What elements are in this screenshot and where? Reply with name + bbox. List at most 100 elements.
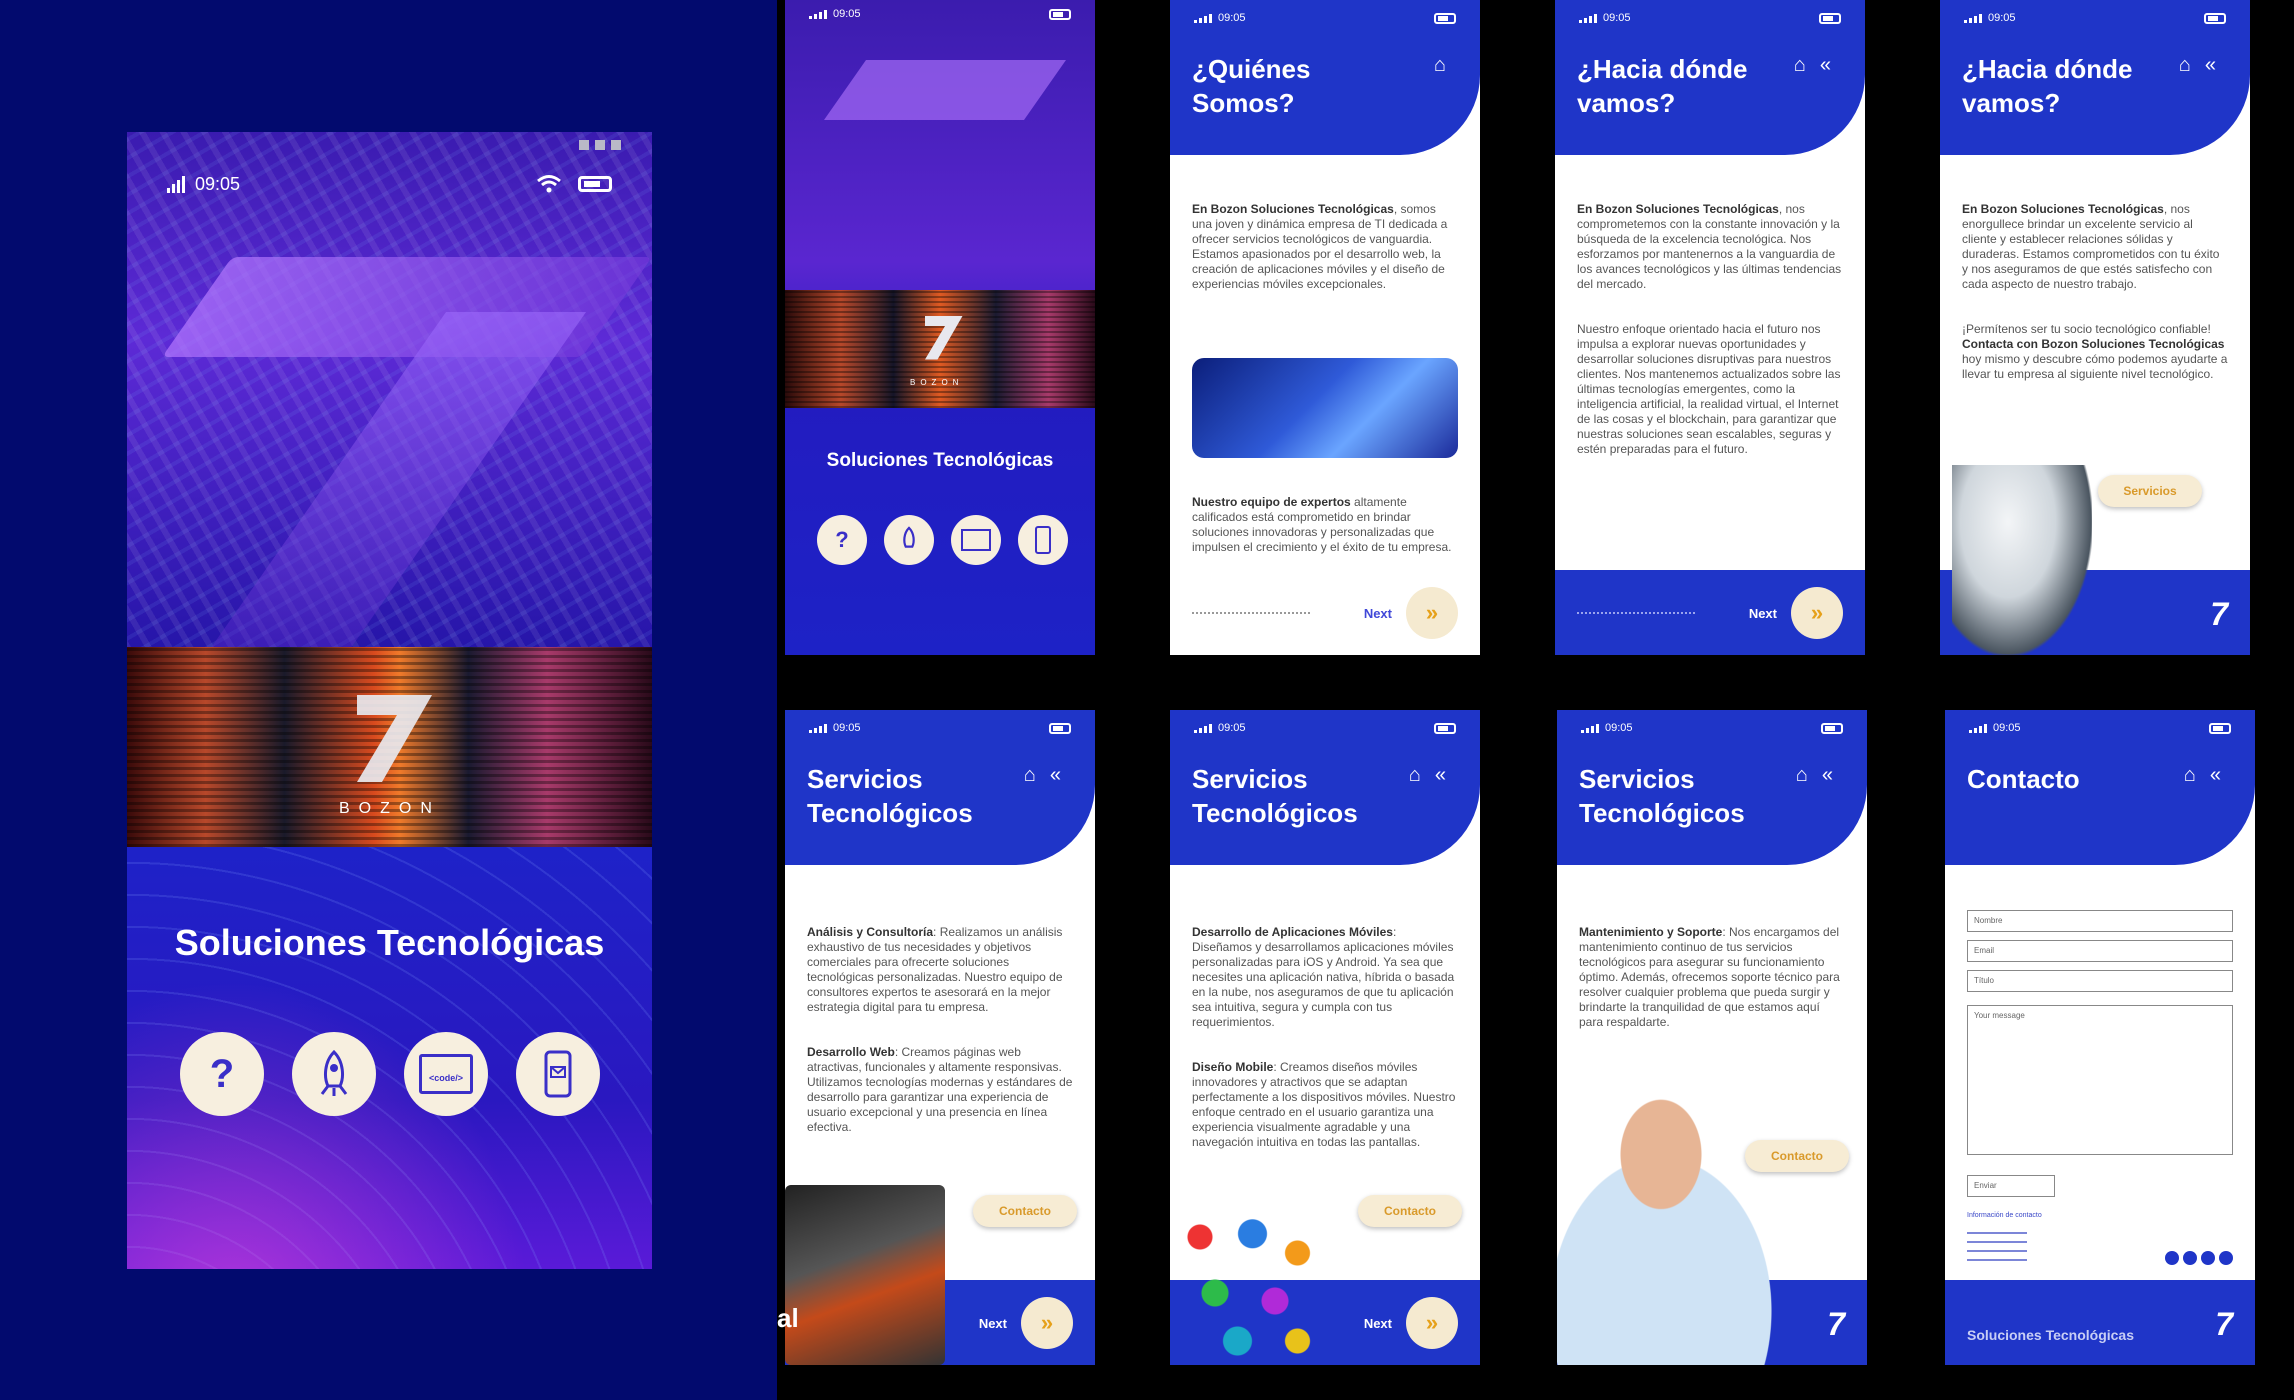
header-nav: ⌂ (1434, 54, 1446, 77)
signal-icon (1581, 723, 1599, 733)
home-icon[interactable]: ⌂ (1024, 764, 1036, 787)
signal-icon (1964, 13, 1982, 23)
status-time: 09:05 (1218, 722, 1246, 734)
screen-footer (1945, 1280, 2255, 1365)
contacto-screen: 09:05 Contacto ⌂ « Nombre Email Título Yo… (1945, 710, 2255, 1365)
screen-header: 09:05 Servicios Tecnológicos ⌂ « (785, 710, 1095, 865)
hacia-donde-screen-1: 09:05 ¿Hacia dónde vamos? ⌂ « En Bozon So… (1555, 0, 1865, 655)
servicios-screen-2: 09:05 Servicios Tecnológicos ⌂ « Desarrol… (1170, 710, 1480, 1365)
name-field[interactable]: Nombre (1967, 910, 2233, 932)
twitter-icon[interactable] (2183, 1251, 2197, 1265)
contacto-button[interactable]: Contacto (973, 1195, 1077, 1227)
code-window-icon[interactable] (951, 515, 1001, 565)
social-icons (2165, 1251, 2233, 1265)
next-row: Next » (1577, 587, 1843, 639)
signal-icon (1969, 723, 1987, 733)
next-arrow-button[interactable]: » (1791, 587, 1843, 639)
wifi-icon (537, 175, 561, 193)
pinterest-icon[interactable] (2201, 1251, 2215, 1265)
hero-title: Soluciones Tecnológicas (174, 922, 605, 963)
back-double-chevron-icon[interactable]: « (1820, 54, 1831, 77)
splash-screen-small: 09:05 BOZON Soluciones Tecnológicas ? (785, 0, 1095, 655)
rocket-icon[interactable] (884, 515, 934, 565)
battery-icon (1434, 12, 1456, 24)
contact-info-title: Información de contacto (1967, 1212, 2042, 1219)
servicios-button[interactable]: Servicios (2098, 475, 2202, 507)
screen-header: 09:05 Servicios Tecnológicos ⌂ « (1557, 710, 1867, 865)
battery-icon (1049, 8, 1071, 20)
status-bar: 09:05 (809, 718, 1071, 738)
page-title: Contacto (1967, 764, 2080, 794)
submit-button[interactable]: Enviar (1967, 1175, 2055, 1197)
bozon-logo-icon (925, 316, 963, 360)
businessman-laptop-image (1557, 1095, 1817, 1365)
mobile-design-paragraph: Diseño Mobile: Creamos diseños móviles i… (1192, 1060, 1456, 1149)
status-time: 09:05 (833, 8, 861, 20)
brand-name: BOZON (339, 800, 441, 817)
next-label[interactable]: Next (1364, 606, 1392, 621)
bozon-logo-icon: 7 (2215, 1306, 2233, 1342)
rocket-icon[interactable] (292, 1032, 376, 1116)
analysis-paragraph: Análisis y Consultoría: Realizamos un an… (807, 925, 1063, 1014)
back-double-chevron-icon[interactable]: « (2205, 54, 2216, 77)
mobile-apps-paragraph: Desarrollo de Aplicaciones Móviles: Dise… (1192, 925, 1455, 1029)
team-paragraph: Nuestro equipo de expertos altamente cal… (1192, 495, 1452, 554)
email-field[interactable]: Email (1967, 940, 2233, 962)
home-icon[interactable]: ⌂ (1409, 764, 1421, 787)
mobile-mail-icon[interactable] (1018, 515, 1068, 565)
header-nav: ⌂ « (2184, 764, 2221, 787)
screen-header: 09:05 ¿Hacia dónde vamos? ⌂ « (1940, 0, 2250, 155)
splash-nav-icons: ? (817, 515, 1068, 565)
quienes-somos-screen: 09:05 ¿Quiénes Somos? ⌂ En Bozon Solucio… (1170, 0, 1480, 655)
bozon-logo-icon (357, 695, 432, 782)
next-arrow-button[interactable]: » (1406, 587, 1458, 639)
contacto-button[interactable]: Contacto (1358, 1195, 1462, 1227)
mobile-mail-icon[interactable] (516, 1032, 600, 1116)
page-title: ¿Hacia dónde vamos? (1577, 54, 1748, 118)
signal-icon (167, 175, 185, 193)
home-icon[interactable]: ⌂ (1434, 54, 1446, 77)
home-icon[interactable]: ⌂ (2179, 54, 2191, 77)
code-window-icon[interactable]: <code/> (404, 1032, 488, 1116)
next-arrow-button[interactable]: » (1021, 1297, 1073, 1349)
battery-icon (1434, 722, 1456, 734)
home-icon[interactable]: ⌂ (1794, 54, 1806, 77)
signal-icon (1194, 723, 1212, 733)
back-double-chevron-icon[interactable]: « (1435, 764, 1446, 787)
question-icon[interactable]: ? (817, 515, 867, 565)
window-controls (579, 140, 621, 150)
facebook-icon[interactable] (2165, 1251, 2179, 1265)
back-double-chevron-icon[interactable]: « (2210, 764, 2221, 787)
service-paragraph: En Bozon Soluciones Tecnológicas, nos en… (1962, 202, 2220, 291)
next-row: Next » (1192, 1297, 1458, 1349)
home-icon[interactable]: ⌂ (2184, 764, 2196, 787)
dotted-divider (1577, 612, 1695, 614)
status-time: 09:05 (1988, 12, 2016, 24)
next-label[interactable]: Next (1749, 606, 1777, 621)
next-arrow-button[interactable]: » (1406, 1297, 1458, 1349)
status-bar: 09:05 (1581, 718, 1843, 738)
header-nav: ⌂ « (2179, 54, 2216, 77)
battery-icon (1049, 722, 1071, 734)
subject-field[interactable]: Título (1967, 970, 2233, 992)
header-nav: ⌂ « (1794, 54, 1831, 77)
next-label[interactable]: Next (979, 1316, 1007, 1331)
screen-header: 09:05 Contacto ⌂ « (1945, 710, 2255, 865)
back-double-chevron-icon[interactable]: « (1822, 764, 1833, 787)
screen-header: 09:05 ¿Hacia dónde vamos? ⌂ « (1555, 0, 1865, 155)
signal-icon (1579, 13, 1597, 23)
battery-icon (1819, 12, 1841, 24)
status-time: 09:05 (1605, 722, 1633, 734)
instagram-icon[interactable] (2219, 1251, 2233, 1265)
status-time: 09:05 (1603, 12, 1631, 24)
page-title: Servicios Tecnológicos (807, 764, 973, 828)
back-double-chevron-icon[interactable]: « (1050, 764, 1061, 787)
splash-title: Soluciones Tecnológicas (826, 450, 1054, 471)
home-icon[interactable]: ⌂ (1796, 764, 1808, 787)
partner-paragraph: ¡Permítenos ser tu socio tecnológico con… (1962, 322, 2228, 381)
question-icon[interactable]: ? (180, 1032, 264, 1116)
message-field[interactable]: Your message (1967, 1005, 2233, 1155)
battery-icon (2204, 12, 2226, 24)
next-label[interactable]: Next (1364, 1316, 1392, 1331)
status-bar: 09:05 (1194, 718, 1456, 738)
